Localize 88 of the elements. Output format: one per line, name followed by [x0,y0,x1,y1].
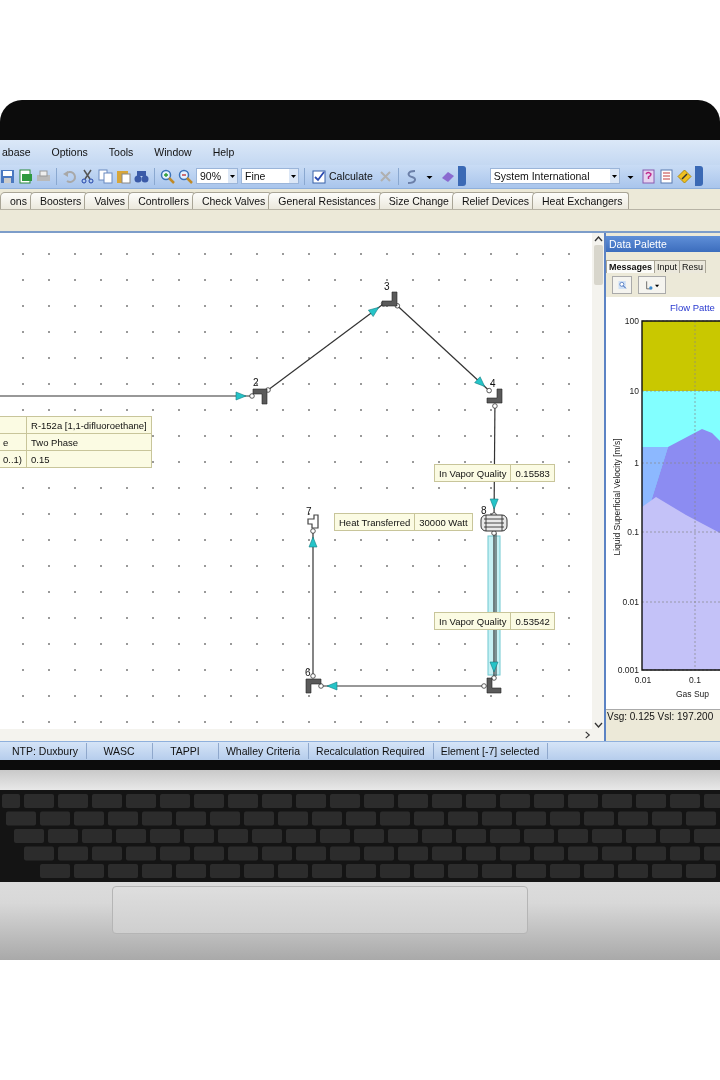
status-text: Element [-7] selected [436,743,549,760]
magnifier-icon[interactable] [617,281,627,290]
calculate-button[interactable]: Calculate [310,168,375,184]
velocity-readout: Vsg: 0.125 Vsl: 197.200 [606,709,720,725]
units-dropdown[interactable]: System International [489,168,620,185]
menu-item[interactable]: Tools [106,146,136,159]
node-number: 7 [306,506,312,518]
copy-icon[interactable] [98,168,113,184]
axis-tick-label: 1 [634,458,639,469]
tab[interactable]: Messages [606,260,656,274]
tab[interactable]: Input [654,260,681,274]
property-value: 0.15583 [510,464,555,482]
property-value: 30000 Watt [414,513,473,531]
elbow-fitting[interactable] [486,678,502,694]
checkbox-icon[interactable] [312,168,327,184]
flow-terminal[interactable] [307,514,319,529]
clipboard-icon[interactable] [116,168,131,184]
zoom-dropdown[interactable]: 90% [196,168,238,185]
caret-icon[interactable] [289,169,298,184]
axis-tick-label: 0.01 [622,597,639,608]
menu-item[interactable]: Window [152,146,194,159]
tab[interactable]: ons [0,191,33,209]
axis-tick-label: 0.1 [627,527,639,538]
caret-icon[interactable] [609,169,619,184]
toolbar-grip[interactable] [457,166,466,187]
node-number: 8 [481,505,487,517]
status-text: Whalley Criteria [221,743,310,760]
property-value: R-152a [1,1-difluoroethane] [26,416,152,434]
elbow-fitting[interactable] [486,389,503,404]
scroll-down-icon[interactable] [593,721,603,730]
tab[interactable]: Controllers [128,191,195,209]
status-text: NTP: Duxbury [8,743,87,760]
table-icon[interactable] [658,168,674,184]
tab[interactable]: General Resistances [268,191,382,209]
axis-tick-label: 0.001 [617,665,639,676]
elbow-fitting[interactable] [252,389,268,405]
elbow-fitting[interactable] [305,679,322,694]
property-name: In Vapor Quality [434,612,511,630]
tab[interactable]: Resu [679,260,707,274]
status-text: WASC [89,743,153,760]
property-value: 0.15 [26,450,152,468]
chart-title: Flow Patte [670,302,715,314]
node-number: 3 [384,281,390,293]
scissors-icon[interactable] [80,168,95,184]
caret-icon[interactable] [228,169,237,184]
property-name: Heat Transferred [334,513,415,531]
heat-exchanger[interactable] [480,514,508,532]
status-text: Recalculation Required [312,743,434,760]
node-number: 4 [490,378,496,390]
scroll-thumb[interactable] [593,245,603,286]
scroll-up-icon[interactable] [593,235,603,244]
zoom-out-icon[interactable] [178,168,193,184]
menu-item[interactable]: Help [210,146,237,159]
grid-dropdown[interactable]: Fine [241,168,299,185]
panel-title: Data Palette [606,236,720,253]
property-name: 0..1) [0,450,27,468]
printer-icon[interactable] [36,168,51,184]
pencil-diamond-icon[interactable] [676,168,692,184]
menu-item[interactable]: Options [49,146,90,159]
trackpad[interactable] [112,886,528,934]
tab[interactable]: Size Change [378,191,455,209]
axis-tick-label: 0.01 [634,675,652,686]
horizontal-scrollbar[interactable] [0,729,604,742]
binoculars-icon[interactable] [134,168,149,184]
property-value: Two Phase [26,433,152,451]
menu-item[interactable]: abase [0,146,33,159]
node-number: 6 [305,667,311,679]
property-value: 0.53542 [510,612,555,630]
vertical-scrollbar[interactable] [592,233,604,730]
axis-tick-label: 0.1 [689,675,701,686]
status-text: TAPPI [155,743,219,760]
node-number: 2 [253,377,259,389]
axis-tick-label: 10 [629,386,639,397]
property-name: In Vapor Quality [434,464,511,482]
zoom-in-icon[interactable] [160,168,175,184]
sheet-icon[interactable] [18,168,33,184]
elbow-fitting[interactable] [381,292,398,307]
x-axis-label: Gas Sup [676,689,710,700]
tab[interactable]: Heat Exchangers [532,191,629,209]
axis-tick-label: 100 [624,316,639,327]
help-book-icon[interactable] [640,168,656,184]
y-axis-label: Liquid Superficial Velocity [m/s] [612,438,622,556]
scroll-right-icon[interactable] [583,731,592,740]
tab[interactable]: Check Valves [191,191,272,209]
plot-options-button[interactable] [638,276,666,295]
toolbar-grip[interactable] [694,166,703,187]
zoom-button[interactable] [612,276,632,295]
property-name: e [0,433,27,451]
